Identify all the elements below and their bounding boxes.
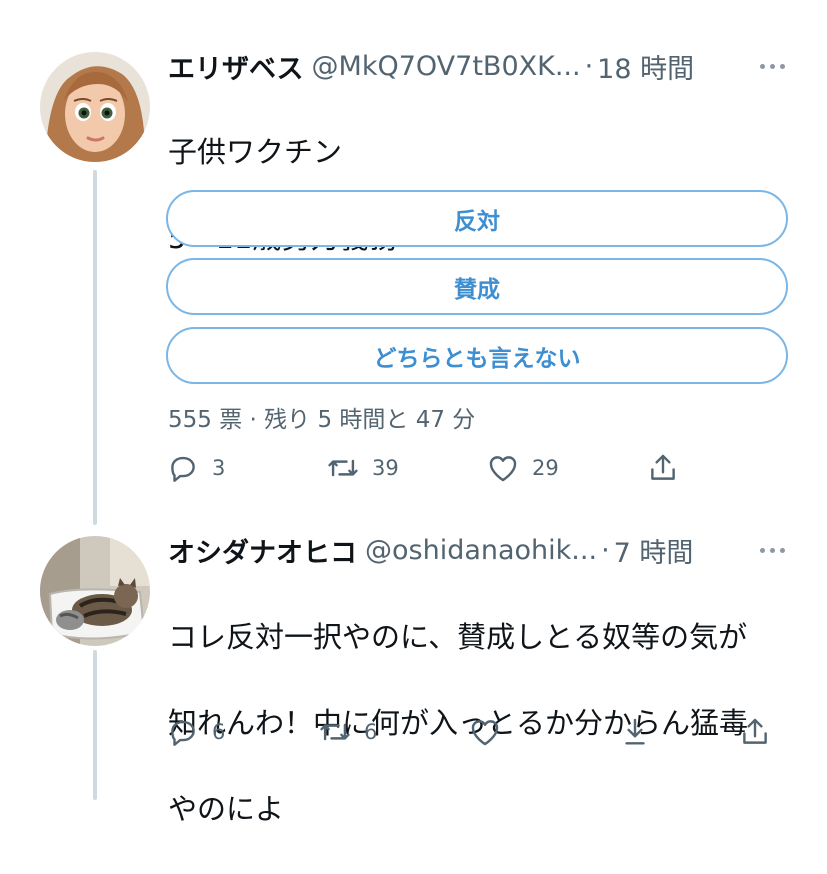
- more-icon[interactable]: [752, 530, 792, 570]
- separator-dot: ·: [601, 534, 610, 566]
- reply-icon: [171, 456, 195, 482]
- like-icon: [489, 456, 517, 482]
- download-icon: [625, 718, 645, 745]
- reply-count: 6: [212, 720, 226, 744]
- retweet-icon: [328, 459, 358, 477]
- like-button[interactable]: [468, 712, 502, 752]
- reply-button[interactable]: 6: [166, 712, 225, 752]
- poll-option-oppose[interactable]: 反対: [166, 190, 788, 247]
- download-button[interactable]: [618, 712, 652, 752]
- avatar[interactable]: [40, 52, 150, 162]
- reply-button[interactable]: 3: [166, 448, 225, 488]
- tweet-text-line: 知れんわ！中に何が入っとるか分からん猛毒: [168, 706, 749, 740]
- poll-meta: 555 票 · 残り 5 時間と 47 分: [168, 407, 476, 433]
- timestamp[interactable]: 7 時間: [614, 531, 694, 570]
- like-button[interactable]: 29: [486, 448, 559, 488]
- reply-count: 3: [212, 456, 226, 480]
- poll-option-agree[interactable]: 賛成: [166, 258, 788, 315]
- handle[interactable]: @oshidanaohik...: [365, 535, 597, 566]
- reply-icon: [171, 720, 195, 746]
- timestamp[interactable]: 18 時間: [597, 47, 694, 86]
- display-name[interactable]: エリザベス: [168, 47, 304, 86]
- thread-line-1: [93, 170, 97, 525]
- display-name[interactable]: オシダナオヒコ: [168, 531, 357, 570]
- tweet-text-line: コレ反対一択やのに、賛成しとる奴等の気が: [168, 620, 748, 654]
- share-icon: [743, 718, 767, 744]
- avatar[interactable]: [40, 536, 150, 646]
- poll-option-neutral[interactable]: どちらとも言えない: [166, 327, 788, 384]
- retweet-count: 39: [372, 456, 399, 480]
- tweet-text-line: 子供ワクチン: [168, 135, 343, 169]
- share-icon: [651, 454, 675, 480]
- retweet-count: 6: [364, 720, 378, 744]
- tweet-text: コレ反対一択やのに、賛成しとる奴等の気が 知れんわ！中に何が入っとるか分からん猛…: [168, 573, 748, 874]
- share-button[interactable]: [646, 448, 680, 488]
- separator-dot: ·: [584, 50, 594, 82]
- more-icon[interactable]: [752, 46, 792, 86]
- retweet-button[interactable]: 39: [326, 448, 399, 488]
- like-icon: [471, 720, 499, 746]
- retweet-button[interactable]: 6: [318, 712, 377, 752]
- handle[interactable]: @MkQ7OV7tB0XK...: [312, 51, 581, 82]
- tweet-text-line: やのによ: [168, 792, 285, 826]
- like-count: 29: [532, 456, 559, 480]
- tweet-header: オシダナオヒコ @oshidanaohik... · 7 時間: [168, 530, 693, 570]
- retweet-icon: [320, 723, 350, 741]
- share-button[interactable]: [738, 712, 772, 752]
- tweet-header: エリザベス @MkQ7OV7tB0XK... · 18 時間: [168, 46, 694, 86]
- thread-line-2: [93, 650, 97, 800]
